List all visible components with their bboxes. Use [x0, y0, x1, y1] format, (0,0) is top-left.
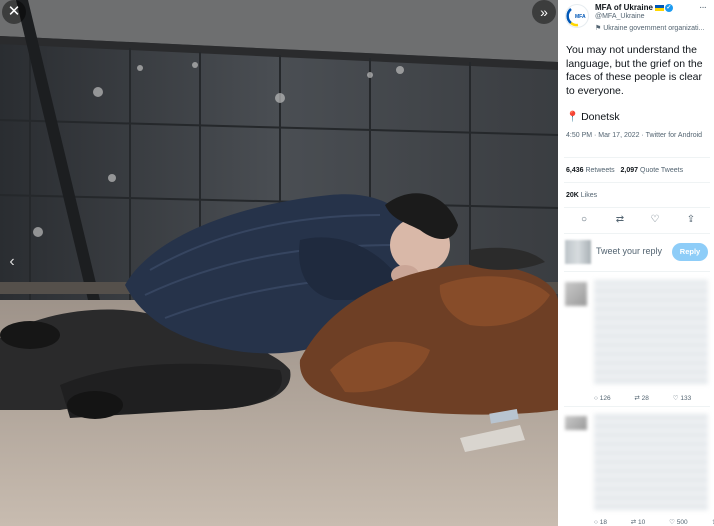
- retweets-stat[interactable]: 6,436 Retweets: [566, 167, 615, 174]
- likes-stat[interactable]: 20K Likes: [566, 192, 597, 199]
- account-name[interactable]: MFA of Ukraine ✓: [595, 3, 673, 12]
- location-text: Donetsk: [581, 111, 620, 123]
- svg-text:MFA: MFA: [575, 14, 586, 20]
- avatar[interactable]: MFA: [565, 4, 589, 28]
- tweet-timestamp[interactable]: 4:50 PM · Mar 17, 2022 · Twitter for And…: [566, 131, 706, 141]
- tweet-header: MFA MFA of Ukraine ✓ @MFA_Ukraine ⚑ Ukrai…: [558, 0, 714, 40]
- verified-badge-icon: ✓: [664, 3, 673, 12]
- reply-likes-count[interactable]: ♡ 133: [673, 395, 703, 402]
- reply-stats: ○ 126 ⇄ 28 ♡ 133 ⇪: [594, 394, 712, 402]
- share-icon[interactable]: ⇪: [684, 213, 698, 227]
- round-pushpin-icon: 📍: [566, 111, 580, 123]
- flag-label-icon: ⚑: [595, 25, 604, 32]
- close-button[interactable]: ✕: [2, 0, 26, 24]
- mfa-logo: MFA: [566, 8, 586, 27]
- reply-text-blurred: [594, 280, 708, 384]
- retweet-icon[interactable]: ⇄: [613, 213, 627, 227]
- reply-stats: ○ 18 ⇄ 10 ♡ 500 ⇪: [594, 518, 714, 526]
- tweet-location: 📍 Donetsk: [566, 110, 620, 123]
- reply-button[interactable]: Reply: [672, 243, 708, 261]
- reply-likes-count[interactable]: ♡ 500: [669, 519, 699, 526]
- reply-composer: Tweet your reply Reply: [558, 236, 714, 268]
- reply-retweets-count[interactable]: ⇄ 10: [631, 519, 657, 526]
- reply-input[interactable]: Tweet your reply: [596, 246, 662, 256]
- reply-text-blurred: [594, 414, 708, 510]
- divider: [564, 182, 710, 183]
- divider: [564, 157, 710, 158]
- expand-icon: »: [540, 4, 548, 20]
- divider: [564, 406, 710, 407]
- divider: [564, 233, 710, 234]
- reply-icon[interactable]: ○: [577, 213, 591, 227]
- tweet-photo[interactable]: ✕ » ‹: [0, 0, 558, 526]
- account-name-text: MFA of Ukraine: [595, 3, 653, 12]
- reply-replies-count[interactable]: ○ 126: [594, 395, 622, 402]
- divider: [564, 271, 710, 272]
- grieving-man-photo: [0, 0, 558, 526]
- divider: [564, 207, 710, 208]
- ukraine-flag-icon: [654, 4, 664, 11]
- tweet-stats: 6,436 Retweets 2,097 Quote Tweets: [566, 167, 683, 174]
- reply-tweet[interactable]: ○ 18 ⇄ 10 ♡ 500 ⇪: [558, 410, 714, 526]
- reply-replies-count[interactable]: ○ 18: [594, 519, 618, 526]
- tweet-actions: ○ ⇄ ♡ ⇪: [558, 213, 714, 227]
- close-icon: ✕: [7, 3, 21, 20]
- chevron-left-icon: ‹: [9, 253, 15, 270]
- account-handle[interactable]: @MFA_Ukraine: [595, 13, 645, 20]
- quote-tweets-stat[interactable]: 2,097 Quote Tweets: [621, 167, 684, 174]
- reply-retweets-count[interactable]: ⇄ 28: [634, 395, 660, 402]
- reply-tweet[interactable]: ○ 126 ⇄ 28 ♡ 133 ⇪: [558, 274, 714, 408]
- reply-avatar: [565, 282, 587, 306]
- expand-button[interactable]: »: [532, 0, 556, 24]
- previous-image-button[interactable]: ‹: [0, 250, 24, 274]
- like-icon[interactable]: ♡: [648, 213, 662, 227]
- government-label: ⚑ Ukraine government organizati...: [595, 24, 704, 32]
- tweet-panel: MFA MFA of Ukraine ✓ @MFA_Ukraine ⚑ Ukrai…: [558, 0, 714, 526]
- more-options-icon[interactable]: ···: [699, 2, 707, 13]
- tweet-text: You may not understand the language, but…: [566, 44, 703, 97]
- reply-avatar: [565, 416, 587, 430]
- government-label-text: Ukraine government organizati...: [603, 25, 705, 32]
- user-avatar: [565, 240, 591, 264]
